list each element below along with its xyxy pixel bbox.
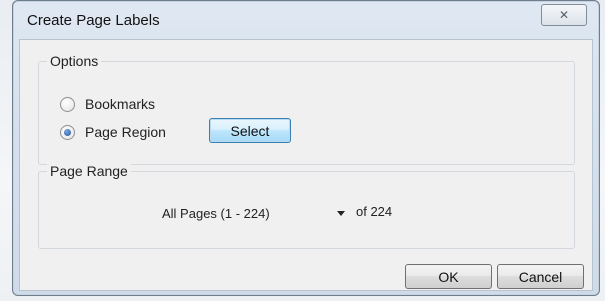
- dialog-title: Create Page Labels: [27, 12, 160, 29]
- radio-selected-dot: [64, 128, 71, 136]
- ok-button[interactable]: OK: [405, 264, 492, 289]
- bookmarks-radio[interactable]: [60, 96, 75, 112]
- select-button[interactable]: Select: [209, 118, 291, 143]
- bookmarks-radio-label: Bookmarks: [85, 96, 156, 112]
- page-range-dropdown[interactable]: All Pages (1 - 224): [162, 202, 351, 224]
- page-region-radio-label: Page Region: [85, 124, 166, 140]
- create-page-labels-dialog: Create Page Labels ✕ Options Bookmarks P…: [12, 0, 600, 296]
- close-button[interactable]: ✕: [541, 4, 587, 26]
- bookmarks-radio-option[interactable]: Bookmarks: [60, 96, 155, 112]
- page-count-text: of 224: [356, 204, 393, 219]
- page-range-selected-value: All Pages (1 - 224): [162, 205, 270, 221]
- title-bar: Create Page Labels ✕: [13, 1, 599, 37]
- chevron-down-icon: [337, 210, 345, 216]
- page-range-group-label: Page Range: [47, 163, 131, 179]
- page-region-radio[interactable]: [60, 124, 75, 140]
- options-group: Options: [38, 53, 575, 165]
- close-icon: ✕: [558, 8, 570, 22]
- dialog-content: Options Bookmarks Page Region Select Pag…: [19, 39, 593, 291]
- cancel-button[interactable]: Cancel: [497, 264, 584, 289]
- options-group-label: Options: [47, 53, 102, 69]
- page-region-radio-option[interactable]: Page Region: [60, 124, 166, 140]
